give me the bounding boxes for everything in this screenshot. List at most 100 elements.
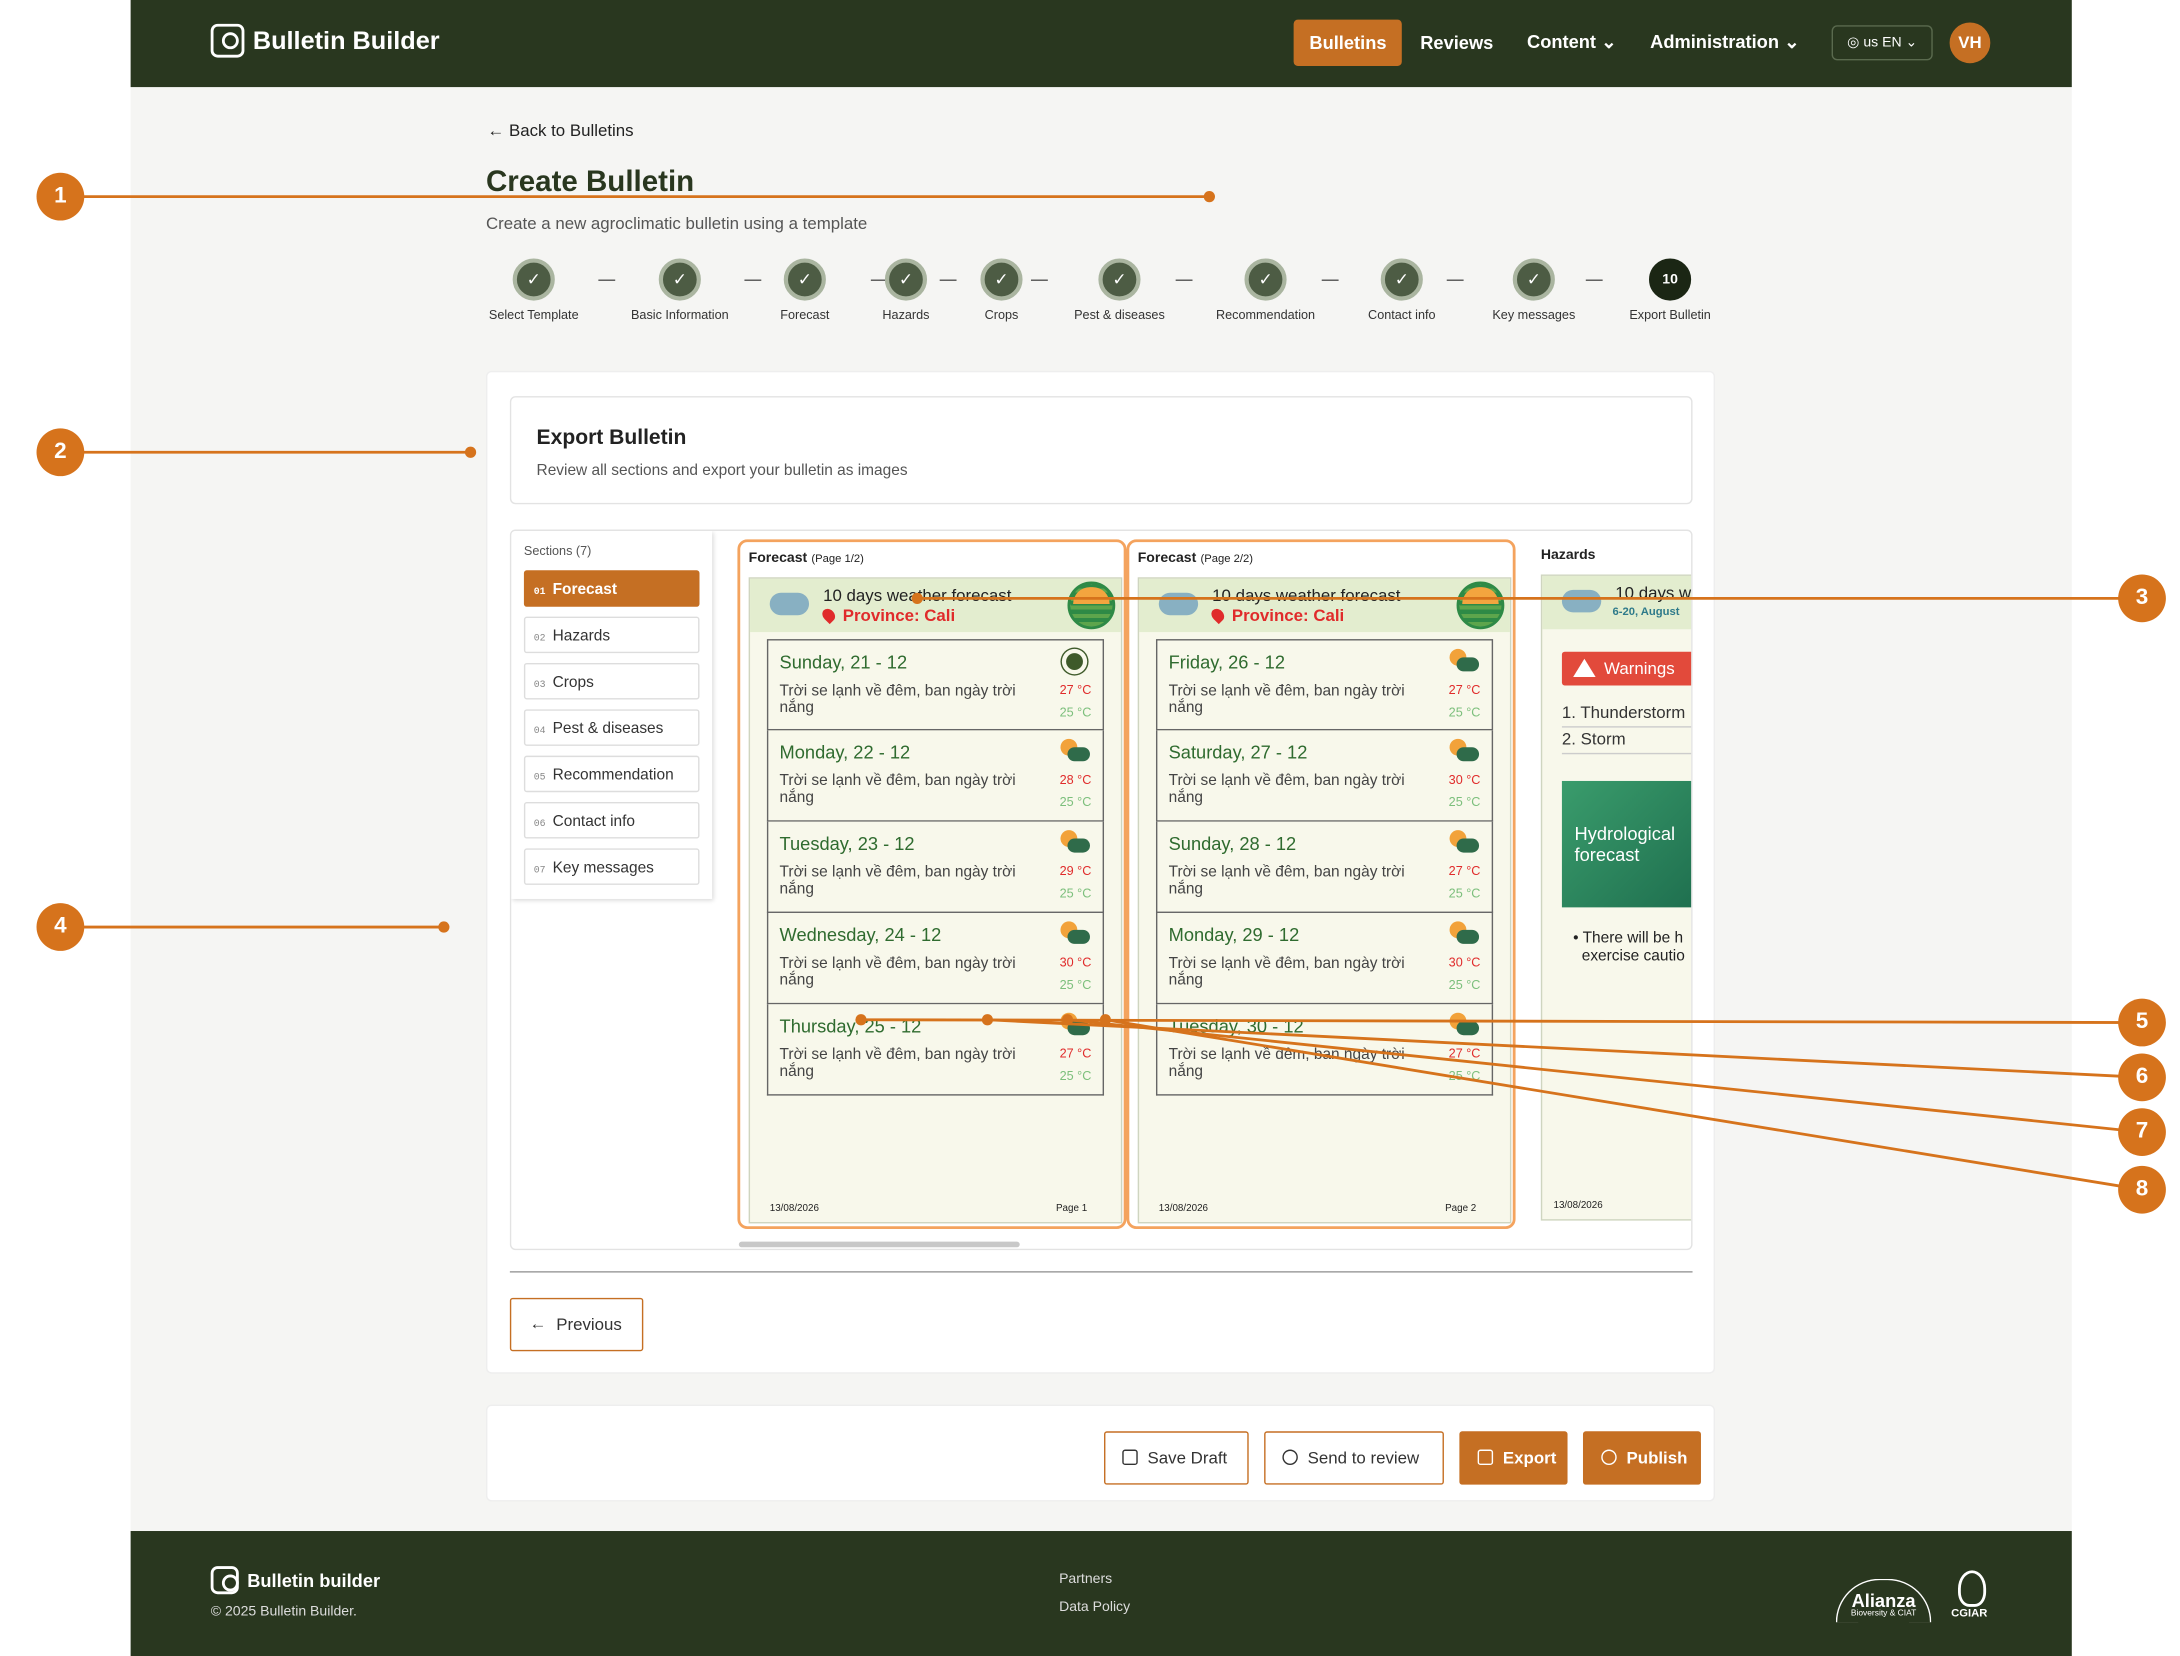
page-date: 13/08/2026 <box>1553 1200 1603 1211</box>
step-select-template[interactable]: ✓ Select Template <box>471 258 597 323</box>
download-icon <box>1477 1449 1494 1465</box>
user-avatar[interactable]: VH <box>1949 21 1991 63</box>
step-recommendation[interactable]: ✓ Recommendation <box>1202 258 1328 323</box>
sun-icon <box>1060 649 1088 674</box>
step-key-messages[interactable]: ✓ Key messages <box>1471 258 1597 323</box>
horizontal-scrollbar[interactable] <box>736 1241 1686 1248</box>
page-number-label: (Page 2/2) <box>1200 552 1253 565</box>
day-date: Friday, 26 - 12 <box>1168 651 1286 673</box>
province-label: Province: Cali <box>1231 605 1345 626</box>
footer-link-partners[interactable]: Partners <box>1059 1572 1112 1587</box>
arrow-left-icon: ← <box>487 120 505 141</box>
step-label: Export Bulletin <box>1629 307 1711 322</box>
publish-label: Publish <box>1626 1448 1688 1468</box>
export-button[interactable]: Export <box>1459 1431 1568 1485</box>
chevron-down-icon: ⌄ <box>1784 30 1800 52</box>
nav-bulletins[interactable]: Bulletins <box>1293 18 1402 66</box>
forecast-page-2[interactable]: Forecast (Page 2/2) 10 days weather foreca… <box>1126 539 1516 1230</box>
step-label: Recommendation <box>1215 307 1316 322</box>
nav-administration[interactable]: Administration ⌄ <box>1635 18 1815 66</box>
temp-low: 25 °C <box>1448 1068 1481 1083</box>
send-to-review-label: Send to review <box>1307 1448 1420 1468</box>
day-description: Trời se lạnh về đêm, ban ngày trời nắng <box>1168 682 1405 717</box>
language-selector[interactable]: ◎ us EN ⌄ <box>1831 24 1933 60</box>
section-item-pest-diseases[interactable]: 04 Pest & diseases <box>523 709 700 746</box>
previous-button[interactable]: Previous <box>509 1297 644 1352</box>
section-number: 04 <box>533 726 546 738</box>
section-item-recommendation[interactable]: 05 Recommendation <box>523 755 700 793</box>
forecast-day-card: Sunday, 21 - 12 Trời se lạnh về đêm, ban … <box>766 639 1105 731</box>
step-number: 10 <box>1649 258 1692 301</box>
forecast-day-card: Sunday, 28 - 12 Trời se lạnh về đêm, ban … <box>1155 821 1494 913</box>
nav-reviews[interactable]: Reviews <box>1405 19 1509 65</box>
temp-high: 27 °C <box>1448 863 1481 878</box>
bulletin-title: 10 days weather forecast <box>1212 585 1401 606</box>
step-crops[interactable]: ✓ Crops <box>938 258 1064 323</box>
day-date: Monday, 22 - 12 <box>779 741 911 763</box>
step-pest-diseases[interactable]: ✓ Pest & diseases <box>1056 258 1182 323</box>
publish-button[interactable]: Publish <box>1582 1431 1701 1485</box>
nav-content[interactable]: Content ⌄ <box>1512 18 1632 66</box>
location-pin-icon <box>1208 606 1227 625</box>
day-description: Trời se lạnh về đêm, ban ngày trời nắng <box>1168 1046 1405 1081</box>
forecast-page-1[interactable]: Forecast (Page 1/2) 10 days weather foreca… <box>737 539 1127 1230</box>
check-circle-icon: ✓ <box>1512 258 1555 301</box>
section-label: Hazards <box>552 627 611 645</box>
section-item-forecast[interactable]: 01 Forecast <box>523 570 700 607</box>
brand-name: Bulletin Builder <box>252 25 440 55</box>
partly-cloudy-icon <box>1060 1012 1090 1038</box>
partly-cloudy-icon <box>1060 830 1090 855</box>
temp-high: 29 °C <box>1059 863 1092 878</box>
hazard-item: 2. Storm <box>1561 729 1692 755</box>
callout-badge: 2 <box>36 428 85 477</box>
brand[interactable]: Bulletin Builder <box>210 23 440 58</box>
copyright: © 2025 Bulletin Builder. <box>210 1604 357 1620</box>
scrollbar-thumb[interactable] <box>738 1241 1020 1248</box>
day-date: Sunday, 21 - 12 <box>779 651 908 673</box>
check-circle-icon: ✓ <box>1098 258 1141 301</box>
step-basic-information[interactable]: ✓ Basic Information <box>617 258 743 323</box>
alianza-logo: Alianza Bioversity & CIAT <box>1830 1570 1937 1623</box>
step-contact-info[interactable]: ✓ Contact info <box>1339 258 1465 323</box>
section-item-hazards[interactable]: 02 Hazards <box>523 616 700 654</box>
day-date: Sunday, 28 - 12 <box>1168 832 1297 854</box>
forecast-day-card: Saturday, 27 - 12 Trời se lạnh về đêm, ba… <box>1155 730 1494 822</box>
save-draft-button[interactable]: Save Draft <box>1104 1431 1249 1485</box>
forecast-day-card: Monday, 29 - 12 Trời se lạnh về đêm, ban … <box>1155 912 1494 1005</box>
day-description: Trời se lạnh về đêm, ban ngày trời nắng <box>779 682 1016 717</box>
callout-badge: 6 <box>2118 1053 2166 1102</box>
check-circle-icon: ✓ <box>1380 258 1423 301</box>
forecast-day-card: Tuesday, 23 - 12 Trời se lạnh về đêm, ban… <box>766 821 1105 913</box>
bulletin-title: 10 days weather forecast <box>823 585 1012 606</box>
bulletin-logo-icon <box>210 1566 239 1595</box>
hydrological-forecast-banner: Hydrological forecast <box>1561 780 1692 908</box>
step-label: Pest & diseases <box>1074 307 1165 322</box>
footer-link-data-policy[interactable]: Data Policy <box>1059 1600 1130 1615</box>
section-item-contact-info[interactable]: 06 Contact info <box>523 802 700 839</box>
hazards-header: 10 days we 6-20, August <box>1542 575 1692 630</box>
back-link[interactable]: ← Back to Bulletins <box>487 121 633 141</box>
section-label: Contact info <box>552 813 636 831</box>
temp-high: 27 °C <box>1059 682 1092 697</box>
bulletin-logo-icon <box>210 23 245 58</box>
partly-cloudy-icon <box>1060 921 1090 946</box>
partly-cloudy-icon <box>1449 921 1480 946</box>
globe-icon: ◎ <box>1847 34 1860 50</box>
step-separator <box>1321 279 1339 281</box>
app-window: Bulletin Builder Bulletins Reviews Conte… <box>130 0 2072 1656</box>
rain-cloud-icon <box>1553 578 1602 613</box>
page-title: Create Bulletin <box>485 165 695 199</box>
callout-badge: 1 <box>36 172 85 221</box>
section-item-key-messages[interactable]: 07 Key messages <box>523 848 700 885</box>
divider <box>509 1271 1693 1273</box>
forecast-day-card: Thursday, 25 - 12 Trời se lạnh về đêm, ba… <box>766 1004 1105 1096</box>
day-date: Tuesday, 30 - 12 <box>1168 1015 1304 1037</box>
hazards-page[interactable]: Hazards 10 days we 6-20, August Warnings… <box>1532 539 1692 1229</box>
page-date: 13/08/2026 <box>1158 1203 1209 1214</box>
step-export-bulletin[interactable]: 10 Export Bulletin <box>1607 258 1733 323</box>
callout-badge: 8 <box>2118 1165 2166 1214</box>
partly-cloudy-icon <box>1449 830 1480 855</box>
section-item-crops[interactable]: 03 Crops <box>523 662 700 700</box>
send-to-review-button[interactable]: Send to review <box>1264 1431 1444 1485</box>
day-date: Monday, 29 - 12 <box>1168 924 1300 946</box>
